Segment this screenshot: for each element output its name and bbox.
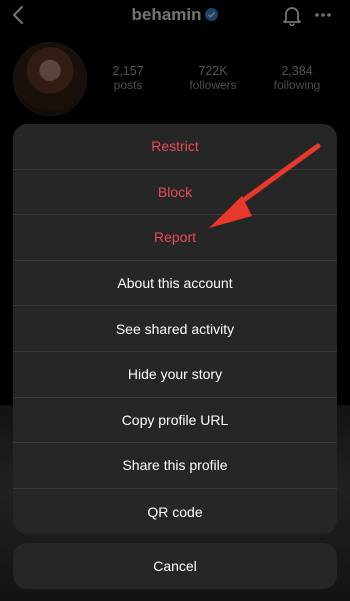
verified-badge-icon (205, 8, 219, 22)
stat-count: 722K (198, 64, 228, 78)
hide-your-story-button[interactable]: Hide your story (13, 352, 337, 398)
stat-followers[interactable]: 722K followers (173, 64, 253, 92)
qr-code-button[interactable]: QR code (13, 489, 337, 534)
copy-profile-url-button[interactable]: Copy profile URL (13, 398, 337, 444)
share-profile-button[interactable]: Share this profile (13, 443, 337, 489)
cancel-button[interactable]: Cancel (13, 543, 337, 589)
stat-posts[interactable]: 2,157 posts (88, 64, 168, 92)
stat-label: followers (189, 78, 237, 92)
more-dots-icon[interactable] (314, 12, 332, 18)
stat-following[interactable]: 2,384 following (257, 64, 337, 92)
profile-header: behamin (0, 0, 350, 34)
see-shared-activity-button[interactable]: See shared activity (13, 306, 337, 352)
report-button[interactable]: Report (13, 215, 337, 261)
avatar[interactable] (13, 42, 87, 116)
stat-label: posts (113, 78, 143, 92)
action-sheet: Restrict Block Report About this account… (13, 124, 337, 534)
username-text: behamin (131, 5, 202, 24)
block-button[interactable]: Block (13, 170, 337, 216)
about-account-button[interactable]: About this account (13, 261, 337, 307)
bell-icon[interactable] (281, 4, 303, 26)
stat-count: 2,384 (281, 64, 313, 78)
restrict-button[interactable]: Restrict (13, 124, 337, 170)
stat-label: following (273, 78, 321, 92)
stat-count: 2,157 (112, 64, 144, 78)
